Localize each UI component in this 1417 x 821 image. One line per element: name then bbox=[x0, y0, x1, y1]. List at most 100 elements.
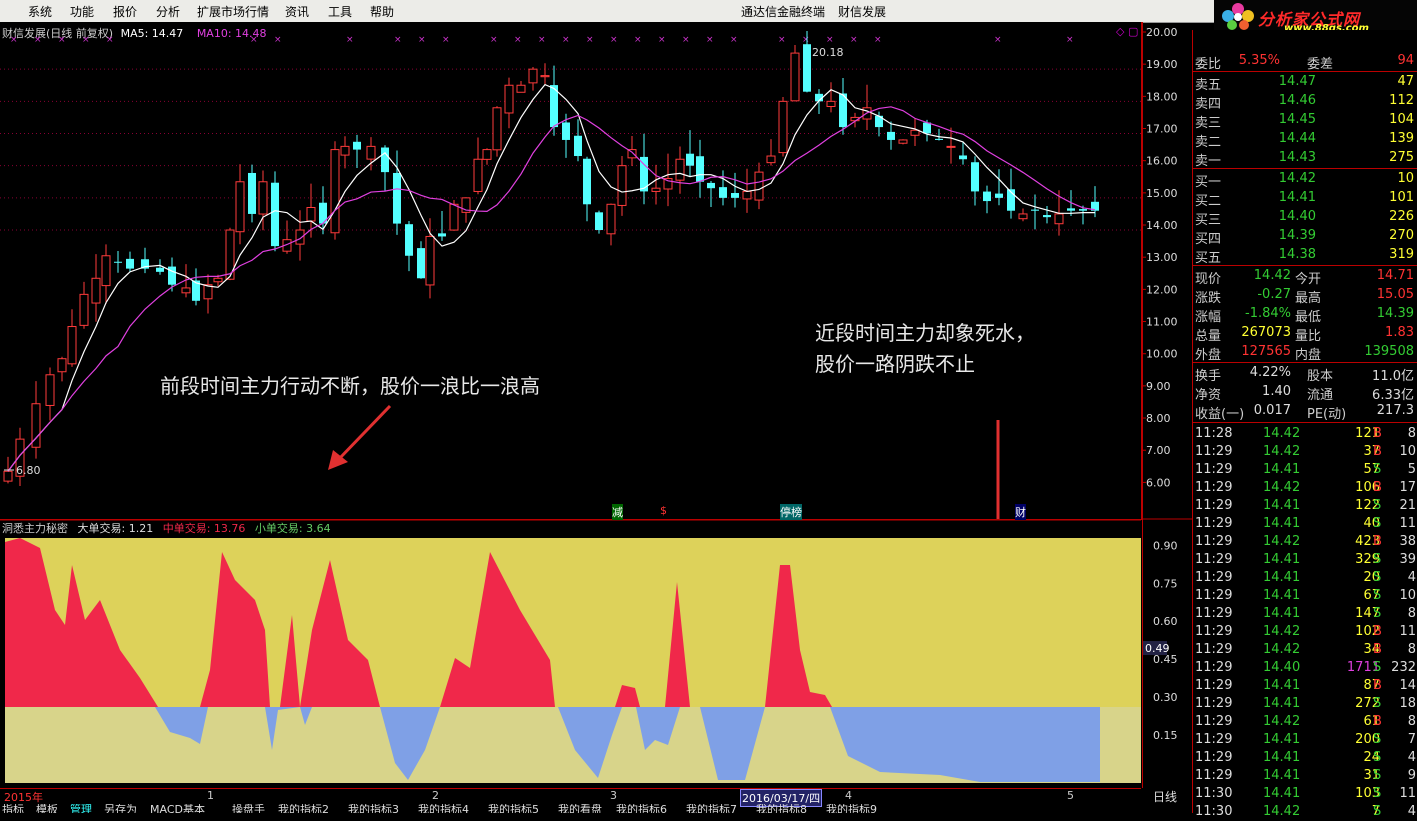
tab-7[interactable]: 我的指标3 bbox=[348, 804, 399, 813]
candle-body-down bbox=[1079, 209, 1087, 211]
stat-row: 总量 267073 量比 1.83 bbox=[1193, 324, 1417, 342]
tab-5[interactable]: 操盘手 bbox=[232, 804, 265, 813]
marker-x: × bbox=[82, 35, 90, 45]
ask-row: 卖二 14.44 139 bbox=[1193, 130, 1417, 148]
fund-value: 1.40 bbox=[1262, 384, 1291, 399]
price-axis-tick: 19.00 bbox=[1146, 58, 1178, 71]
event-marker-dividend[interactable]: $ bbox=[660, 504, 667, 517]
tick-row: 11:29 14.41 24 S 4 bbox=[1193, 749, 1417, 767]
tick-count: 11 bbox=[1399, 624, 1416, 639]
candle-body-down bbox=[887, 132, 895, 140]
menu-tools[interactable]: 工具 bbox=[328, 3, 352, 20]
stat-value-2: 14.39 bbox=[1377, 306, 1414, 321]
candle-body-up bbox=[791, 53, 799, 101]
candle-body-down bbox=[719, 187, 727, 198]
marker-x: × bbox=[394, 35, 402, 45]
candle-body-down bbox=[417, 248, 425, 278]
price-axis-tick: 10.00 bbox=[1146, 348, 1178, 361]
event-marker-finance[interactable]: 财 bbox=[1015, 504, 1026, 520]
ask-label: 卖二 bbox=[1195, 131, 1221, 150]
stat-row: 涨跌 -0.27 最高 15.05 bbox=[1193, 286, 1417, 304]
menu-news[interactable]: 资讯 bbox=[285, 3, 309, 20]
tick-side: B bbox=[1373, 714, 1382, 729]
tick-price: 14.42 bbox=[1263, 426, 1300, 441]
tab-6[interactable]: 我的指标2 bbox=[278, 804, 329, 813]
tab-11[interactable]: 我的指标6 bbox=[616, 804, 667, 813]
event-marker-list[interactable]: 停榜 bbox=[780, 504, 802, 520]
candle-body-up bbox=[483, 150, 491, 160]
tick-time: 11:30 bbox=[1195, 804, 1232, 819]
arrow-left-line bbox=[338, 406, 390, 460]
candle-body-up bbox=[341, 146, 349, 155]
tick-count: 39 bbox=[1399, 552, 1416, 567]
stat-label-2: 量比 bbox=[1295, 325, 1321, 344]
bid-volume: 10 bbox=[1397, 171, 1414, 186]
stat-label: 外盘 bbox=[1195, 344, 1221, 363]
tab-1[interactable]: 模板 bbox=[36, 804, 58, 813]
ask-volume: 112 bbox=[1389, 93, 1414, 108]
marker-x: × bbox=[778, 35, 786, 45]
tick-side: S bbox=[1373, 786, 1381, 801]
tick-side: S bbox=[1373, 498, 1381, 513]
candle-body-down bbox=[707, 183, 715, 188]
tick-count: 4 bbox=[1408, 570, 1416, 585]
menu-function[interactable]: 功能 bbox=[70, 3, 94, 20]
candle-body-down bbox=[405, 224, 413, 256]
menu-help[interactable]: 帮助 bbox=[370, 3, 394, 20]
bid-label: 买一 bbox=[1195, 171, 1221, 190]
indicator-panel[interactable]: 洞悉主力秘密 大单交易: 1.21 中单交易: 13.76 小单交易: 3.64 bbox=[0, 520, 1141, 788]
ask-row: 卖一 14.43 275 bbox=[1193, 149, 1417, 167]
ma10-line bbox=[8, 107, 1095, 471]
tick-price: 14.41 bbox=[1263, 750, 1300, 765]
marker-x: × bbox=[1066, 35, 1074, 45]
bid-volume: 101 bbox=[1389, 190, 1414, 205]
candle-body-down bbox=[271, 183, 279, 246]
period-label[interactable]: 日线 bbox=[1153, 788, 1177, 805]
candle-body-up bbox=[652, 188, 660, 191]
stat-value: 127565 bbox=[1241, 344, 1291, 359]
tick-side: B bbox=[1373, 426, 1382, 441]
tick-time: 11:28 bbox=[1195, 426, 1232, 441]
price-axis-tick: 18.00 bbox=[1146, 90, 1178, 103]
tab-14[interactable]: 我的指标9 bbox=[826, 804, 877, 813]
site-logo: 分析家公式网 www.88gs.com bbox=[1214, 0, 1417, 30]
tick-price: 14.41 bbox=[1263, 552, 1300, 567]
tick-count: 9 bbox=[1408, 768, 1416, 783]
kline-chart-panel[interactable]: 财信发展(日线 前复权) MA5: 14.47 MA10: 14.48 ◇ ▢ … bbox=[0, 22, 1142, 520]
candle-body-up bbox=[779, 101, 787, 152]
tick-side: B bbox=[1373, 444, 1382, 459]
menu-quote[interactable]: 报价 bbox=[113, 3, 137, 20]
ask-price: 14.47 bbox=[1279, 74, 1316, 89]
marker-x: × bbox=[658, 35, 666, 45]
bid-price: 14.38 bbox=[1279, 247, 1316, 262]
tab-10[interactable]: 我的看盘 bbox=[558, 804, 602, 813]
annotation-right-1: 近段时间主力却象死水， bbox=[815, 317, 1035, 346]
tab-12[interactable]: 我的指标7 bbox=[686, 804, 737, 813]
price-axis-tick: 9.00 bbox=[1146, 380, 1171, 393]
tab-13[interactable]: 我的指标8 bbox=[756, 804, 807, 813]
event-marker-reduce[interactable]: 减 bbox=[612, 504, 623, 520]
tab-2[interactable]: 管理 bbox=[70, 804, 92, 813]
tick-row: 11:29 14.42 37 B 10 bbox=[1193, 443, 1417, 461]
menu-extended-market[interactable]: 扩展市场行情 bbox=[197, 3, 269, 20]
candle-body-up bbox=[743, 191, 751, 199]
tick-row: 11:29 14.40 1711 S 232 bbox=[1193, 659, 1417, 677]
tick-price: 14.41 bbox=[1263, 786, 1300, 801]
marker-x: × bbox=[538, 35, 546, 45]
tab-3[interactable]: 另存为 bbox=[104, 804, 137, 813]
candle-body-down bbox=[803, 44, 811, 91]
tick-time: 11:29 bbox=[1195, 480, 1232, 495]
marker-x: × bbox=[274, 35, 282, 45]
tab-4[interactable]: MACD基本 bbox=[150, 804, 205, 813]
marker-x: × bbox=[634, 35, 642, 45]
tab-8[interactable]: 我的指标4 bbox=[418, 804, 469, 813]
tab-9[interactable]: 我的指标5 bbox=[488, 804, 539, 813]
stat-label: 现价 bbox=[1195, 268, 1221, 287]
tick-time: 11:29 bbox=[1195, 552, 1232, 567]
candle-body-up bbox=[426, 236, 434, 284]
candle-body-down bbox=[731, 193, 739, 198]
menu-system[interactable]: 系统 bbox=[28, 3, 52, 20]
tick-price: 14.41 bbox=[1263, 516, 1300, 531]
tab-0[interactable]: 指标 bbox=[2, 804, 24, 813]
menu-analysis[interactable]: 分析 bbox=[156, 3, 180, 20]
